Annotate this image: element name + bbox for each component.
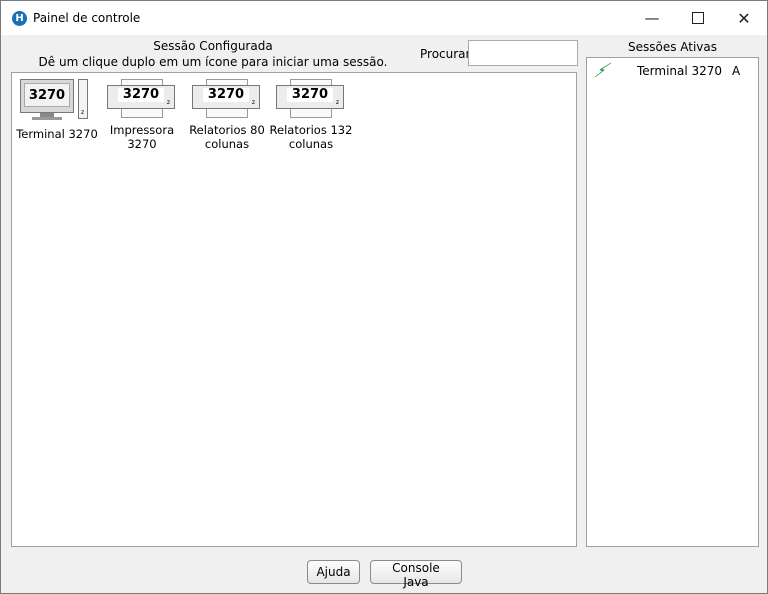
computer-tower — [78, 79, 88, 119]
paper-bottom — [121, 109, 163, 118]
session-label: Relatorios 80 colunas — [189, 123, 265, 151]
monitor-shape: 3270 — [20, 79, 74, 113]
active-session-row[interactable]: Terminal 3270 A — [587, 62, 758, 80]
session-terminal-3270[interactable]: 3270 Terminal 3270 — [15, 79, 99, 141]
paper-bottom — [206, 109, 248, 118]
session-impressora-3270[interactable]: 3270 Impressora 3270 — [100, 79, 184, 151]
app-icon: H — [12, 11, 27, 26]
printer-badge: 3270 — [287, 88, 333, 102]
printer-badge: 3270 — [203, 88, 249, 102]
monitor-base — [32, 117, 62, 120]
title-bar: H Painel de controle — ✕ — [1, 1, 767, 35]
session-label: Relatorios 132 colunas — [269, 123, 353, 151]
session-relatorios-80[interactable]: 3270 Relatorios 80 colunas — [185, 79, 269, 151]
configured-sessions-panel: 3270 Terminal 3270 3270 Impressora 3270 — [11, 72, 577, 547]
terminal-icon: 3270 — [20, 79, 94, 123]
configured-sessions-hint: Dê um clique duplo em um ícone para inic… — [38, 55, 388, 69]
active-sessions-title: Sessões Ativas — [627, 40, 718, 54]
paper-bottom — [290, 109, 332, 118]
printer-badge: 3270 — [118, 88, 164, 102]
maximize-button[interactable] — [675, 1, 721, 35]
terminal-badge: 3270 — [24, 83, 70, 107]
help-button[interactable]: Ajuda — [307, 560, 360, 584]
printer-body: 3270 — [276, 85, 344, 109]
java-console-button[interactable]: Console Java — [370, 560, 462, 589]
control-panel-window: H Painel de controle — ✕ Sessão Configur… — [0, 0, 768, 594]
printer-icon: 3270 — [276, 79, 346, 119]
maximize-icon — [692, 12, 704, 24]
configured-sessions-title: Sessão Configurada — [153, 39, 273, 53]
active-sessions-panel: Terminal 3270 A — [586, 57, 759, 547]
minimize-button[interactable]: — — [629, 1, 675, 35]
search-input[interactable] — [468, 40, 578, 66]
search-label: Procurar — [420, 47, 471, 61]
window-title: Painel de controle — [33, 11, 141, 25]
printer-icon: 3270 — [192, 79, 262, 119]
session-label: Terminal 3270 — [16, 127, 98, 141]
session-relatorios-132[interactable]: 3270 Relatorios 132 colunas — [269, 79, 353, 151]
printer-body: 3270 — [107, 85, 175, 109]
printer-icon: 3270 — [107, 79, 177, 119]
active-session-name: Terminal 3270 — [637, 64, 723, 78]
session-label: Impressora 3270 — [109, 123, 175, 151]
active-session-id: A — [732, 64, 741, 78]
lightning-icon — [594, 62, 612, 78]
printer-body: 3270 — [192, 85, 260, 109]
close-button[interactable]: ✕ — [721, 1, 767, 35]
